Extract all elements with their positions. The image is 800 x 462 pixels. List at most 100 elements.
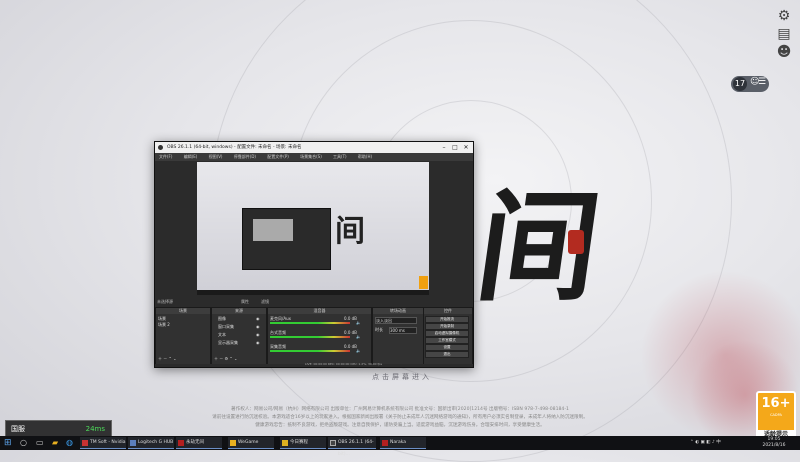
taskbar-app[interactable]: OBS 26.1.1 (64-bit)... [328, 437, 376, 457]
taskbar-app-label: Naraka [390, 440, 407, 445]
account-icon[interactable]: ☻ [776, 44, 792, 60]
close-icon[interactable]: ✕ [461, 142, 471, 153]
taskbar-app[interactable]: 永劫无间 [176, 437, 222, 449]
gear-icon[interactable]: ⚙ [776, 8, 792, 24]
scenes-header: 场景 [156, 308, 210, 314]
preview-taskbar [197, 290, 429, 295]
file-explorer-icon[interactable]: ▰ [52, 438, 58, 447]
eye-icon[interactable]: ◉ [256, 324, 260, 329]
nested-preview-inner [253, 219, 293, 241]
menu-docks[interactable]: 停靠部件(D) [234, 154, 256, 159]
eye-icon[interactable]: ◉ [256, 316, 260, 321]
start-recording-button[interactable]: 开始录制 [425, 323, 469, 330]
eye-icon[interactable]: ◉ [256, 340, 260, 345]
speaker-icon[interactable]: 🔈 [356, 334, 361, 339]
settings-button[interactable]: 设置 [425, 344, 469, 351]
app-icon [82, 440, 88, 446]
task-view-icon[interactable]: ▭ [36, 438, 44, 447]
obs-statusbar: LIVE: 00:00:00 REC: 00:00:00 CPU: 1.2%, … [155, 362, 473, 367]
transitions-header: 转场动画 [373, 308, 423, 314]
taskbar-app-label: OBS 26.1.1 (64-bit)... [338, 440, 374, 457]
obs-window[interactable]: OBS 26.1.1 (64-bit, windows) - 配置文件: 未命名… [154, 141, 474, 368]
preview-source-bar: 未选择源 属性 滤镜 [155, 298, 473, 305]
source-item[interactable]: 显示器采集 [218, 340, 238, 346]
status-text: LIVE: 00:00:00 REC: 00:00:00 CPU: 1.2%, … [305, 362, 383, 366]
menu-scene-collection[interactable]: 场景集合(S) [300, 154, 322, 159]
menu-tools[interactable]: 工具(T) [333, 154, 347, 159]
mixer-level: 0.0 dB [344, 330, 357, 335]
minimize-icon[interactable]: – [439, 142, 449, 153]
search-icon[interactable]: ○ [20, 438, 27, 447]
taskbar-app-label: TM Soft - Nvidia [90, 440, 126, 445]
scene-item[interactable]: 场景 2 [158, 322, 170, 328]
app-icon [282, 440, 288, 446]
taskbar-app[interactable]: 今日赛程 [280, 437, 326, 449]
taskbar-app[interactable]: TM Soft - Nvidia [80, 437, 126, 449]
volume-meter [270, 350, 350, 352]
app-icon [178, 440, 184, 446]
filters-button[interactable]: 滤镜 [261, 298, 269, 305]
menu-edit[interactable]: 编辑(E) [184, 154, 198, 159]
age-rating-label: 16+ [761, 396, 791, 411]
volume-meter [270, 336, 350, 338]
taskbar-app-label: WeGame [238, 440, 259, 445]
sources-dock: 来源 图像 窗口采集 文本 显示器采集 ◉ ◉ ◉ ◉ ＋ － ⚙ ⌃ ⌄ [211, 307, 267, 366]
source-item[interactable]: 图像 [218, 316, 226, 322]
announcement-icon[interactable]: ▤ [776, 26, 792, 42]
taskbar-app[interactable]: WeGame [228, 437, 274, 449]
speaker-icon[interactable]: 🔈 [356, 320, 361, 325]
speaker-icon[interactable]: 🔈 [356, 348, 361, 353]
player-count: 17 [733, 77, 747, 91]
scene-controls[interactable]: ＋ － ⌃ ⌄ [158, 356, 177, 362]
age-rating-badge[interactable]: 16+ CADPA 适龄提示 [756, 391, 796, 439]
virtual-camera-button[interactable]: 启动虚拟摄像机 [425, 330, 469, 337]
server-latency: 24ms [85, 425, 105, 433]
maximize-icon[interactable]: □ [450, 142, 460, 153]
age-rating-org: CADPA [770, 413, 782, 417]
exit-button[interactable]: 退出 [425, 351, 469, 358]
menu-view[interactable]: 视图(V) [209, 154, 223, 159]
windows-start-icon[interactable]: ⊞ [4, 438, 12, 448]
mixer-dock: 混音器 麦克风/Aux 0.0 dB 🔈 台式音频 0.0 dB 🔈 采集音频 … [267, 307, 372, 366]
eye-icon[interactable]: ◉ [256, 332, 260, 337]
taskbar-app[interactable]: Naraka [380, 437, 426, 449]
app-icon [382, 440, 388, 446]
properties-button[interactable]: 属性 [241, 298, 249, 305]
studio-mode-button[interactable]: 工作室模式 [425, 337, 469, 344]
app-icon [330, 440, 336, 446]
player-count-chip[interactable]: 17 ☺ ☰ [731, 76, 769, 92]
app-icon [130, 440, 136, 446]
preview-calligraphy: 间 [335, 214, 365, 249]
source-item[interactable]: 文本 [218, 332, 226, 338]
taskbar-app-label: 今日赛程 [290, 440, 308, 445]
duration-input[interactable]: 300 ms [389, 327, 417, 334]
scenes-dock: 场景 场景 场景 2 ＋ － ⌃ ⌄ [155, 307, 211, 366]
browser-icon[interactable]: ◍ [66, 438, 73, 447]
tray-icons[interactable]: ⌃ ◐ ▣ ◧ ♪ 中 [690, 436, 721, 450]
mixer-level: 0.0 dB [344, 344, 357, 349]
source-item[interactable]: 窗口采集 [218, 324, 234, 330]
clock-date: 2021/8/16 [762, 443, 786, 448]
obs-menubar: 文件(F) 编辑(E) 视图(V) 停靠部件(D) 配置文件(P) 场景集合(S… [155, 153, 473, 161]
sources-header: 来源 [212, 308, 266, 314]
source-controls[interactable]: ＋ － ⚙ ⌃ ⌄ [214, 356, 237, 362]
mixer-header: 混音器 [268, 308, 371, 314]
menu-file[interactable]: 文件(F) [159, 154, 172, 159]
menu-profile[interactable]: 配置文件(P) [267, 154, 289, 159]
start-streaming-button[interactable]: 开始推流 [425, 316, 469, 323]
footer-copyright: 著作权人：网易公司/网易（杭州）网络有限公司 出版单位：广州网易计算机系统有限公… [231, 407, 569, 412]
taskbar-app[interactable]: Logitech G HUB [128, 437, 174, 449]
transition-select[interactable]: 淡入淡出 [375, 317, 417, 324]
mixer-level: 0.0 dB [344, 316, 357, 321]
signal-icon: ☰ [758, 77, 767, 87]
footer-health-advice: 健康游戏忠告：抵制不良游戏，拒绝盗版游戏。注意自我保护，谨防受骗上当。适度游戏益… [255, 423, 545, 428]
obs-preview[interactable]: 间 [197, 162, 429, 295]
obs-titlebar[interactable]: OBS 26.1.1 (64-bit, windows) - 配置文件: 未命名… [155, 142, 473, 153]
clock[interactable]: 19:05 2021/8/16 [752, 437, 796, 451]
server-name: 国服 [11, 425, 25, 433]
taskbar-app-label: Logitech G HUB [138, 440, 174, 445]
menu-help[interactable]: 帮助(H) [358, 154, 372, 159]
footer-anti-addiction: 请前往设置进行防沉迷校验。本游戏适合16岁以上的玩家进入。根据国家新闻出版署《关… [212, 415, 588, 420]
no-source-label: 未选择源 [157, 299, 173, 304]
enter-game-prompt[interactable]: 点击屏幕进入 [362, 372, 442, 382]
